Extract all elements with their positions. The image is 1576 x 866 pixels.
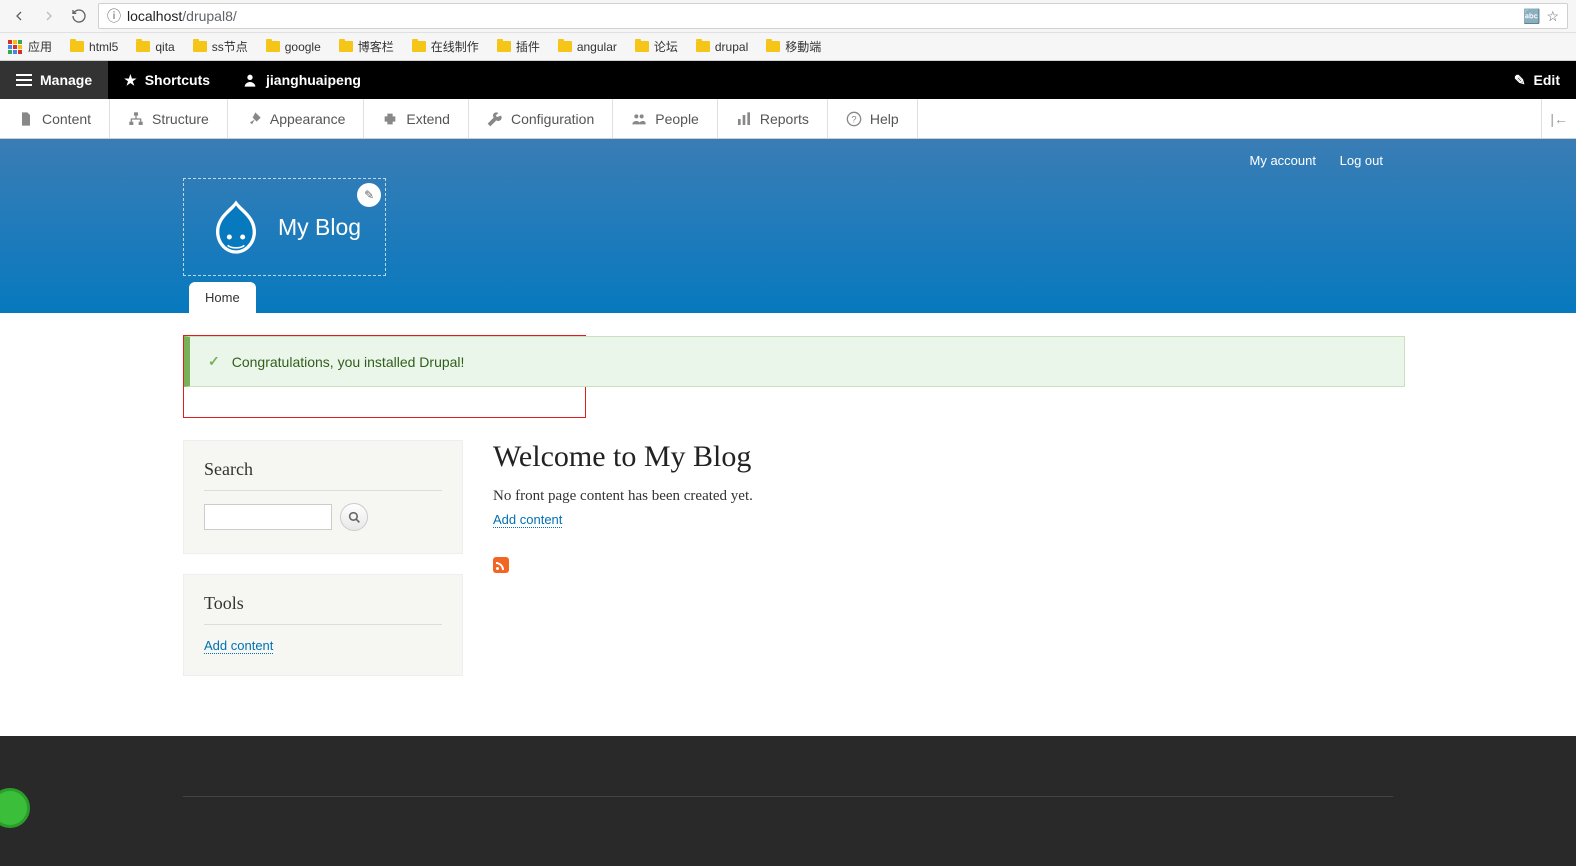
chrome-apps-button[interactable]: 应用 xyxy=(8,38,52,55)
check-icon: ✓ xyxy=(208,353,220,370)
browser-forward-button[interactable] xyxy=(38,5,60,27)
menu-appearance[interactable]: Appearance xyxy=(228,99,365,138)
toolbar-user[interactable]: jianghuaipeng xyxy=(226,61,377,99)
browser-url-text: localhost/drupal8/ xyxy=(127,8,1517,24)
browser-back-button[interactable] xyxy=(8,5,30,27)
empty-message: No front page content has been created y… xyxy=(493,488,1393,505)
tools-block-title: Tools xyxy=(204,593,442,625)
browser-reload-button[interactable] xyxy=(68,5,90,27)
hamburger-icon xyxy=(16,74,32,86)
menu-structure[interactable]: Structure xyxy=(110,99,228,138)
site-footer xyxy=(0,736,1576,866)
header-user-links: My account Log out xyxy=(183,153,1393,178)
bookmark-google[interactable]: google xyxy=(266,40,321,54)
hierarchy-icon xyxy=(128,111,144,127)
star-icon: ★ xyxy=(124,72,137,89)
help-icon: ? xyxy=(846,111,862,127)
sidebar: Search Tools Add content xyxy=(183,440,463,676)
my-account-link[interactable]: My account xyxy=(1250,153,1316,168)
menu-reports[interactable]: Reports xyxy=(718,99,828,138)
menu-help[interactable]: ? Help xyxy=(828,99,918,138)
folder-icon xyxy=(497,41,511,52)
bookmark-qita[interactable]: qita xyxy=(136,40,174,54)
bookmark-online[interactable]: 在线制作 xyxy=(412,38,479,55)
search-input[interactable] xyxy=(204,504,332,530)
bookmark-ss[interactable]: ss节点 xyxy=(193,38,248,55)
add-content-link[interactable]: Add content xyxy=(493,512,562,528)
contextual-edit-button[interactable]: ✎ xyxy=(357,183,381,207)
wrench-icon xyxy=(487,111,503,127)
translate-icon[interactable]: 🔤 xyxy=(1523,8,1540,25)
svg-text:?: ? xyxy=(851,114,856,124)
bookmark-plugin[interactable]: 插件 xyxy=(497,38,540,55)
main-column: Welcome to My Blog No front page content… xyxy=(493,440,1393,676)
folder-icon xyxy=(635,41,649,52)
tools-block: Tools Add content xyxy=(183,574,463,676)
tools-add-content-link[interactable]: Add content xyxy=(204,638,273,654)
folder-icon xyxy=(558,41,572,52)
site-header: My account Log out ✎ My Blog Home xyxy=(0,139,1576,313)
footer-divider xyxy=(183,796,1393,797)
file-icon xyxy=(18,111,34,127)
bookmark-forum[interactable]: 论坛 xyxy=(635,38,678,55)
menu-people[interactable]: People xyxy=(613,99,718,138)
bookmark-drupal[interactable]: drupal xyxy=(696,40,748,54)
folder-icon xyxy=(339,41,353,52)
search-block: Search xyxy=(183,440,463,554)
search-block-title: Search xyxy=(204,459,442,491)
apps-grid-icon xyxy=(8,40,22,54)
toolbar-edit[interactable]: ✎ Edit xyxy=(1498,61,1576,99)
search-submit-button[interactable] xyxy=(340,503,368,531)
main-content: ✓ Congratulations, you installed Drupal!… xyxy=(183,313,1393,736)
user-icon xyxy=(242,72,258,88)
bookmark-mobile[interactable]: 移動端 xyxy=(766,38,821,55)
menu-content[interactable]: Content xyxy=(0,99,110,138)
folder-icon xyxy=(266,41,280,52)
magnifier-icon xyxy=(348,511,361,524)
info-icon: ⓘ xyxy=(107,6,121,26)
barchart-icon xyxy=(736,111,752,127)
folder-icon xyxy=(136,41,150,52)
bookmark-angular[interactable]: angular xyxy=(558,40,617,54)
folder-icon xyxy=(193,41,207,52)
folder-icon xyxy=(696,41,710,52)
toolbar-manage[interactable]: Manage xyxy=(0,61,108,99)
puzzle-icon xyxy=(382,111,398,127)
log-out-link[interactable]: Log out xyxy=(1340,153,1383,168)
menu-configuration[interactable]: Configuration xyxy=(469,99,613,138)
browser-toolbar: ⓘ localhost/drupal8/ 🔤 ☆ xyxy=(0,0,1576,32)
toolbar-shortcuts[interactable]: ★ Shortcuts xyxy=(108,61,226,99)
site-name: My Blog xyxy=(278,214,361,241)
star-icon[interactable]: ☆ xyxy=(1546,8,1559,25)
rss-icon[interactable] xyxy=(493,557,509,573)
status-message-success: ✓ Congratulations, you installed Drupal! xyxy=(184,336,1405,387)
browser-chrome: ⓘ localhost/drupal8/ 🔤 ☆ 应用 html5 qita s… xyxy=(0,0,1576,61)
status-message-text: Congratulations, you installed Drupal! xyxy=(232,354,465,370)
bookmark-blog[interactable]: 博客栏 xyxy=(339,38,394,55)
primary-tabs: Home xyxy=(189,282,1393,313)
people-icon xyxy=(631,111,647,127)
menu-extend[interactable]: Extend xyxy=(364,99,469,138)
site-branding-block[interactable]: ✎ My Blog xyxy=(183,178,386,276)
browser-url-bar[interactable]: ⓘ localhost/drupal8/ 🔤 ☆ xyxy=(98,3,1568,29)
pencil-icon: ✎ xyxy=(1514,72,1526,89)
folder-icon xyxy=(412,41,426,52)
menu-collapse-button[interactable]: |← xyxy=(1541,99,1576,138)
bookmarks-bar: 应用 html5 qita ss节点 google 博客栏 在线制作 插件 an… xyxy=(0,32,1576,60)
bookmark-html5[interactable]: html5 xyxy=(70,40,118,54)
brush-icon xyxy=(246,111,262,127)
drupal-logo-icon xyxy=(208,197,264,257)
admin-menu: Content Structure Appearance Extend Conf… xyxy=(0,99,1576,139)
folder-icon xyxy=(766,41,780,52)
annotation-highlight-box: ✓ Congratulations, you installed Drupal! xyxy=(183,335,586,418)
tab-home[interactable]: Home xyxy=(189,282,256,313)
admin-toolbar: Manage ★ Shortcuts jianghuaipeng ✎ Edit xyxy=(0,61,1576,99)
page-title: Welcome to My Blog xyxy=(493,440,1393,474)
folder-icon xyxy=(70,41,84,52)
